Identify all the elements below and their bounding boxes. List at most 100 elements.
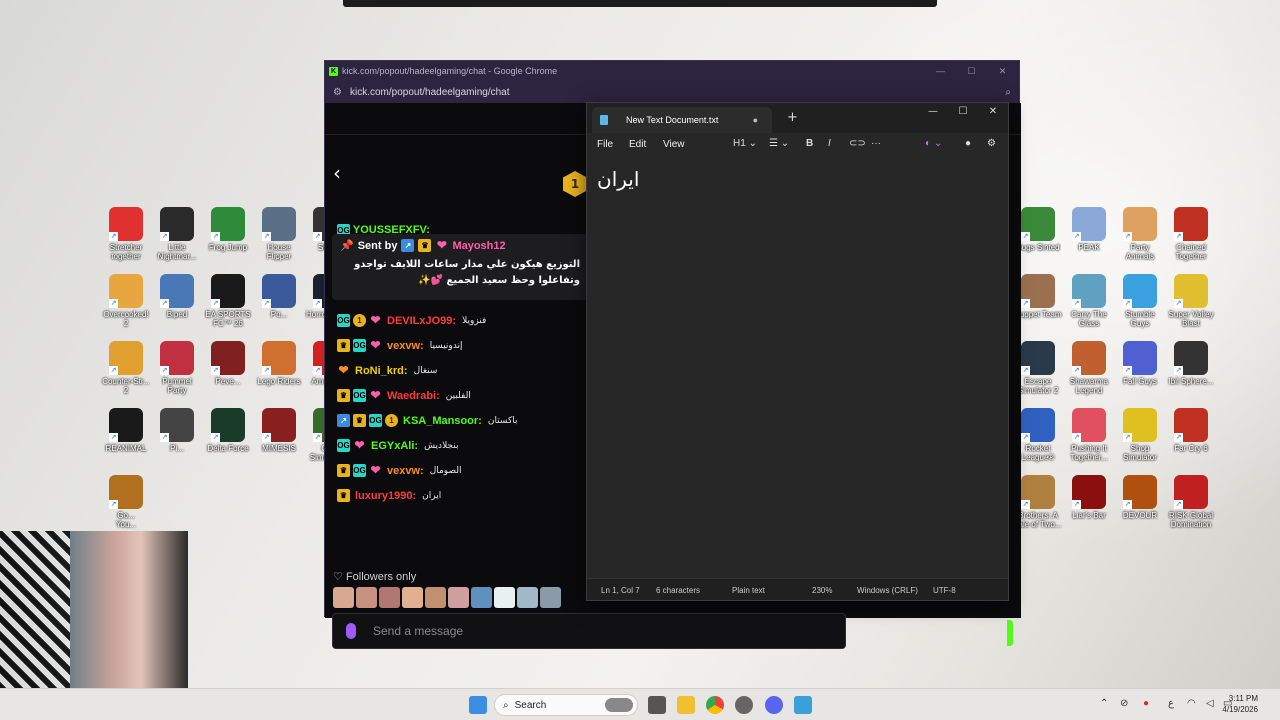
chat-username[interactable]: KSA_Mansoor:	[403, 415, 482, 427]
desktop-shortcut[interactable]: ↗ Stumble Guys	[1114, 274, 1166, 328]
taskbar-search[interactable]: ⌕ Search	[494, 694, 638, 716]
new-tab-plus-icon[interactable]: +	[787, 110, 798, 125]
chat-username[interactable]: RoNi_krd:	[355, 365, 408, 377]
discord-taskbar-icon[interactable]	[765, 696, 783, 714]
account-icon[interactable]: ●	[965, 138, 971, 149]
wifi-icon[interactable]: ◠	[1187, 698, 1196, 709]
notepad-minimize-button[interactable]: —	[918, 103, 948, 121]
tray-chevron-icon[interactable]: ⌃	[1100, 698, 1108, 709]
menu-view[interactable]: View	[663, 139, 685, 150]
input-language[interactable]: ع	[1168, 698, 1174, 709]
send-message-box[interactable]	[332, 613, 846, 649]
desktop-shortcut[interactable]: ↗ Lego Riders	[253, 341, 305, 386]
obs-taskbar-icon[interactable]	[735, 696, 753, 714]
address-url[interactable]: kick.com/popout/hadeelgaming/chat	[350, 87, 510, 98]
desktop-shortcut[interactable]: ↗ Party Animals	[1114, 207, 1166, 261]
unsaved-dot-icon[interactable]: ●	[753, 115, 758, 125]
desktop-shortcut[interactable]: ↗ Shawarma Legend	[1063, 341, 1115, 395]
emote-icon[interactable]	[540, 587, 561, 608]
notepad-maximize-button[interactable]: ☐	[948, 103, 978, 121]
desktop-shortcut[interactable]: ↗ Pi...	[151, 408, 203, 453]
desktop-shortcut[interactable]: ↗ Pushing It Together...	[1063, 408, 1115, 462]
chat-username[interactable]: EGYxAli:	[371, 440, 418, 452]
menu-edit[interactable]: Edit	[629, 139, 646, 150]
copilot-icon[interactable]: ◐ ⌄	[925, 138, 942, 149]
menu-file[interactable]: File	[597, 139, 613, 150]
desktop-shortcut[interactable]: ↗ Counter-Str... 2	[100, 341, 152, 395]
mic-tray-icon[interactable]: ●	[1143, 698, 1149, 709]
desktop-shortcut[interactable]: ↗ Liar's Bar	[1063, 475, 1115, 520]
bold-icon[interactable]: B	[806, 138, 813, 149]
emote-icon[interactable]	[333, 587, 354, 608]
desktop-shortcut[interactable]: ↗ Chained Together	[1165, 207, 1217, 261]
desktop-shortcut[interactable]: ↗ Fall Guys	[1114, 341, 1166, 386]
desktop-shortcut[interactable]: ↗ PEAK	[1063, 207, 1115, 252]
desktop-shortcut[interactable]: ↗ Biped	[151, 274, 203, 319]
chat-username[interactable]: vexvw:	[387, 465, 424, 477]
desktop-shortcut[interactable]: ↗ REANIMAL	[100, 408, 152, 453]
volume-icon[interactable]: ◁	[1206, 698, 1214, 709]
emote-icon[interactable]	[517, 587, 538, 608]
task-view-icon[interactable]	[648, 696, 666, 714]
file-explorer-icon[interactable]	[677, 696, 695, 714]
microphone-icon[interactable]	[346, 623, 356, 639]
emote-icon[interactable]	[494, 587, 515, 608]
emote-icon[interactable]	[356, 587, 377, 608]
emote-icon[interactable]	[379, 587, 400, 608]
emote-icon[interactable]	[448, 587, 469, 608]
desktop-shortcut[interactable]: ↗ RISK Global Domination	[1165, 475, 1217, 529]
notepad-tab[interactable]: New Text Document.txt ●	[592, 107, 772, 133]
chat-username[interactable]: luxury1990:	[355, 490, 416, 502]
kick-coin-icon[interactable]: 1	[563, 171, 587, 197]
emote-icon[interactable]	[402, 587, 423, 608]
desktop-shortcut[interactable]: ↗ Ibil Sphere...	[1165, 341, 1217, 386]
desktop-shortcut[interactable]: ↗ MIMESIS	[253, 408, 305, 453]
maximize-button[interactable]: ☐	[956, 66, 987, 77]
chrome-titlebar[interactable]: K kick.com/popout/hadeelgaming/chat - Go…	[325, 61, 1019, 81]
desktop-shortcut[interactable]: ↗ Go... You...	[100, 475, 152, 529]
site-settings-icon[interactable]: ⚙	[333, 87, 342, 98]
list-icon[interactable]: ☰ ⌄	[769, 138, 789, 149]
desktop-shortcut[interactable]: ↗ Frog Jump	[202, 207, 254, 252]
settings-gear-icon[interactable]: ⚙	[987, 138, 996, 149]
desktop-shortcut[interactable]: ↗ Overcooked! 2	[100, 274, 152, 328]
chat-username[interactable]: vexvw:	[387, 340, 424, 352]
desktop-shortcut[interactable]: ↗ Super Volley Blast	[1165, 274, 1217, 328]
zoom-icon[interactable]: ⌕	[1005, 87, 1011, 98]
emote-icon[interactable]	[425, 587, 446, 608]
desktop-shortcut[interactable]: ↗ Delta Force	[202, 408, 254, 453]
close-button[interactable]: ✕	[987, 66, 1018, 77]
windows-start-icon[interactable]	[469, 696, 487, 714]
more-icon[interactable]: ···	[871, 138, 881, 149]
clock[interactable]: 3:11 PM 4/19/2026	[1222, 693, 1258, 715]
search-highlight-icon[interactable]	[605, 698, 633, 712]
editor-text[interactable]: ايران	[597, 167, 639, 191]
emote-icon[interactable]	[471, 587, 492, 608]
send-button-edge[interactable]	[1007, 620, 1013, 646]
desktop-shortcut[interactable]: ↗ EA SPORTS FC™ 26	[202, 274, 254, 328]
desktop-shortcut[interactable]: ↗ Far Cry 6	[1165, 408, 1217, 453]
chat-username[interactable]: DEVILxJO99:	[387, 315, 456, 327]
desktop-shortcut[interactable]: ↗ House Flipper	[253, 207, 305, 261]
notepad-taskbar-icon[interactable]	[794, 696, 812, 714]
chrome-taskbar-icon[interactable]	[706, 696, 724, 714]
desktop-shortcut[interactable]: ↗ Stretcher together	[100, 207, 152, 261]
desktop-shortcut[interactable]: ↗ Po...	[253, 274, 305, 319]
desktop-shortcut[interactable]: ↗ DEVOUR	[1114, 475, 1166, 520]
italic-icon[interactable]: I	[828, 138, 831, 149]
back-arrow-icon[interactable]: ‹	[333, 161, 341, 185]
heading-select[interactable]: H1 ⌄	[733, 138, 757, 149]
notepad-titlebar[interactable]: New Text Document.txt ● + — ☐ ✕	[587, 103, 1008, 133]
desktop-shortcut[interactable]: ↗ Shop Simulator	[1114, 408, 1166, 462]
desktop-shortcut[interactable]: ↗ Peve...	[202, 341, 254, 386]
address-bar[interactable]: ⚙ kick.com/popout/hadeelgaming/chat ⌕	[325, 81, 1019, 103]
desktop-shortcut[interactable]: ↗ Little Nightmar...	[151, 207, 203, 261]
desktop-shortcut[interactable]: ↗ Pummel Party	[151, 341, 203, 395]
link-icon[interactable]: ⊂⊃	[849, 138, 866, 149]
message-input[interactable]	[373, 614, 773, 648]
tray-app-icon[interactable]: ⊘	[1120, 698, 1128, 709]
desktop-shortcut[interactable]: ↗ Carry The Glass	[1063, 274, 1115, 328]
chat-username[interactable]: Waedrabi:	[387, 390, 440, 402]
pinned-user[interactable]: Mayosh12	[452, 240, 505, 252]
notepad-close-button[interactable]: ✕	[978, 103, 1008, 121]
